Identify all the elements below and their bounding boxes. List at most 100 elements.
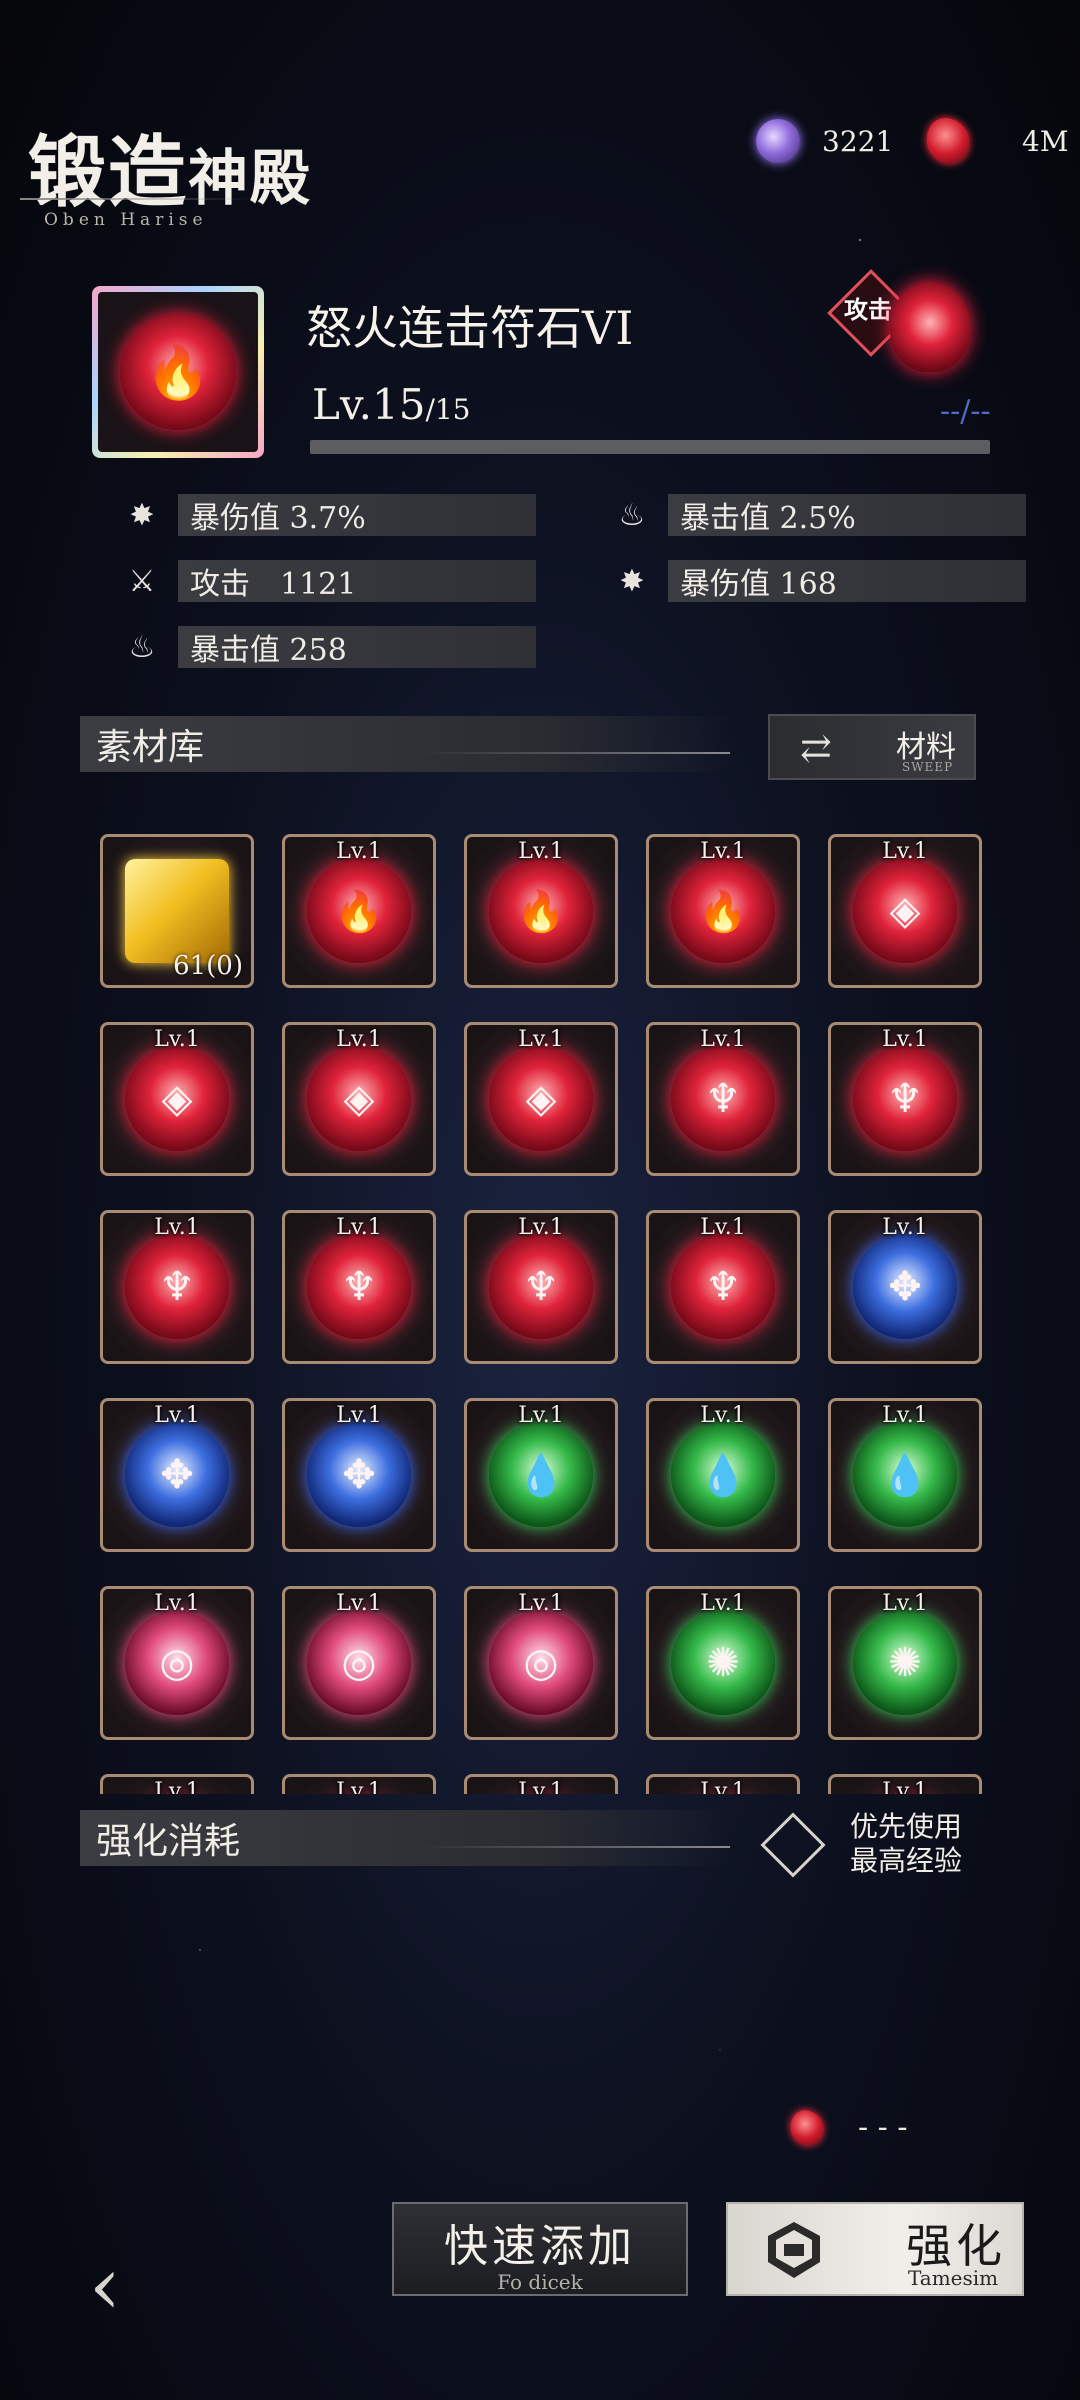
- material-level: Lv.1: [336, 1027, 382, 1052]
- green-drop-rune-icon: 💧: [489, 1423, 593, 1527]
- prefer-highest-exp-checkbox[interactable]: [760, 1812, 826, 1878]
- green-drop-rune-icon: 💧: [853, 1423, 957, 1527]
- crit-flame-icon: ♨: [128, 629, 156, 665]
- material-slot[interactable]: 61(0): [100, 834, 254, 988]
- material-level: Lv.1: [882, 1591, 928, 1616]
- material-slot[interactable]: 🔥 Lv.1: [282, 834, 436, 988]
- ruby-amount: 4M: [1022, 124, 1069, 158]
- attack-type-label: 攻击: [844, 295, 892, 324]
- stat-row: ✸ 暴伤值 3.7%: [124, 494, 536, 536]
- material-level: Lv.1: [518, 1779, 564, 1794]
- material-slot[interactable]: Lv.1: [100, 1774, 254, 1794]
- enhance-sub: Tamesim: [908, 2266, 999, 2290]
- prefer-highest-exp-label[interactable]: 优先使用 最高经验: [850, 1810, 970, 1878]
- material-slot[interactable]: ♆ Lv.1: [100, 1210, 254, 1364]
- rune-portrait[interactable]: 🔥: [92, 286, 264, 458]
- material-slot[interactable]: ◈ Lv.1: [100, 1022, 254, 1176]
- flame-rune-icon: 🔥: [489, 859, 593, 963]
- material-slot[interactable]: ◎ Lv.1: [464, 1586, 618, 1740]
- material-slot[interactable]: ◎ Lv.1: [100, 1586, 254, 1740]
- prefer-line1: 优先使用: [850, 1810, 963, 1843]
- material-slot[interactable]: ◈ Lv.1: [464, 1022, 618, 1176]
- material-section-title: 素材库: [96, 727, 205, 768]
- material-slot[interactable]: 💧 Lv.1: [646, 1398, 800, 1552]
- material-slot[interactable]: ✥ Lv.1: [100, 1398, 254, 1552]
- rune-level: Lv.15/15: [312, 380, 471, 429]
- crit-damage-icon: ✸: [619, 563, 645, 599]
- material-slot[interactable]: 🔥 Lv.1: [646, 834, 800, 988]
- material-slot[interactable]: ✥ Lv.1: [282, 1398, 436, 1552]
- stat-row: ♨ 暴击值 2.5%: [614, 494, 1026, 536]
- diamond-flame-rune-icon: ◈: [853, 859, 957, 963]
- material-slot[interactable]: ✺ Lv.1: [828, 1586, 982, 1740]
- stat-row: ⚔ 攻击 1121: [124, 560, 536, 602]
- material-slot[interactable]: 🔥 Lv.1: [464, 834, 618, 988]
- ruby-currency[interactable]: 4M: [919, 112, 1069, 170]
- material-slot[interactable]: ◈ Lv.1: [282, 1022, 436, 1176]
- material-level: Lv.1: [154, 1403, 200, 1428]
- material-slot[interactable]: ♆ Lv.1: [646, 1210, 800, 1364]
- flame-rune-icon: 🔥: [120, 314, 236, 430]
- material-level: Lv.1: [336, 1215, 382, 1240]
- material-level: Lv.1: [336, 1779, 382, 1794]
- quick-add-button[interactable]: 快速添加 Fo dicek: [392, 2202, 688, 2296]
- crystal-amount: 3221: [822, 124, 894, 158]
- material-slot[interactable]: ✺ Lv.1: [646, 1586, 800, 1740]
- pink-swirl-rune-icon: ◎: [489, 1611, 593, 1715]
- ruby-icon: [785, 2105, 829, 2150]
- exp-text: --/--: [940, 394, 991, 429]
- diamond-flame-rune-icon: ◈: [307, 1047, 411, 1151]
- section-divider: [420, 1846, 730, 1848]
- green-sun-rune-icon: ✺: [853, 1611, 957, 1715]
- flame-rune-icon: 🔥: [307, 859, 411, 963]
- material-slot[interactable]: Lv.1: [282, 1774, 436, 1794]
- material-count: 61(0): [173, 951, 243, 981]
- pink-swirl-rune-icon: ◎: [125, 1611, 229, 1715]
- material-level: Lv.1: [154, 1215, 200, 1240]
- green-drop-rune-icon: 💧: [671, 1423, 775, 1527]
- blue-cross-rune-icon: ✥: [853, 1235, 957, 1339]
- stat-value: 攻击 1121: [178, 560, 536, 602]
- enhance-button[interactable]: 强化 Tamesim: [726, 2202, 1024, 2296]
- cost-value: - - -: [858, 2110, 908, 2145]
- material-slot[interactable]: ♆ Lv.1: [828, 1022, 982, 1176]
- material-slot[interactable]: ♆ Lv.1: [464, 1210, 618, 1364]
- material-level: Lv.1: [882, 839, 928, 864]
- anvil-icon: [768, 2222, 820, 2278]
- material-slot[interactable]: 💧 Lv.1: [464, 1398, 618, 1552]
- material-slot[interactable]: ♆ Lv.1: [646, 1022, 800, 1176]
- crystal-currency[interactable]: 3221: [756, 118, 893, 164]
- material-slot[interactable]: ◎ Lv.1: [282, 1586, 436, 1740]
- exp-progress-bar: [310, 440, 990, 454]
- material-level: Lv.1: [700, 1027, 746, 1052]
- material-level: Lv.1: [518, 1403, 564, 1428]
- material-slot[interactable]: Lv.1: [646, 1774, 800, 1794]
- material-slot[interactable]: ♆ Lv.1: [282, 1210, 436, 1364]
- rune-portrait-inner: 🔥: [98, 292, 258, 452]
- material-level: Lv.1: [518, 839, 564, 864]
- material-slot[interactable]: ✥ Lv.1: [828, 1210, 982, 1364]
- tree-rune-icon: ♆: [671, 1047, 775, 1151]
- material-level: Lv.1: [882, 1779, 928, 1794]
- stat-value: 暴伤值 3.7%: [178, 494, 536, 536]
- material-level: Lv.1: [336, 1591, 382, 1616]
- rune-level-max: /15: [425, 393, 471, 426]
- material-level: Lv.1: [700, 1215, 746, 1240]
- page-title: 锻造神殿: [28, 110, 312, 222]
- attack-rune-icon: [890, 282, 970, 372]
- prefer-line2: 最高经验: [850, 1844, 963, 1877]
- sword-icon: ⚔: [128, 563, 156, 599]
- back-arrow-icon[interactable]: ‹: [50, 2230, 160, 2340]
- material-level: Lv.1: [518, 1215, 564, 1240]
- material-slot[interactable]: Lv.1: [464, 1774, 618, 1794]
- tree-rune-icon: ♆: [489, 1235, 593, 1339]
- material-level: Lv.1: [700, 839, 746, 864]
- material-slot[interactable]: ◈ Lv.1: [828, 834, 982, 988]
- material-sort-button[interactable]: ⇄ 材料 SWEEP: [768, 714, 976, 780]
- material-level: Lv.1: [336, 1403, 382, 1428]
- page-subtitle: Oben Harise: [44, 210, 208, 230]
- title-part1: 锻造: [28, 127, 189, 218]
- material-slot[interactable]: 💧 Lv.1: [828, 1398, 982, 1552]
- material-slot[interactable]: Lv.1: [828, 1774, 982, 1794]
- material-button-sub: SWEEP: [902, 760, 954, 774]
